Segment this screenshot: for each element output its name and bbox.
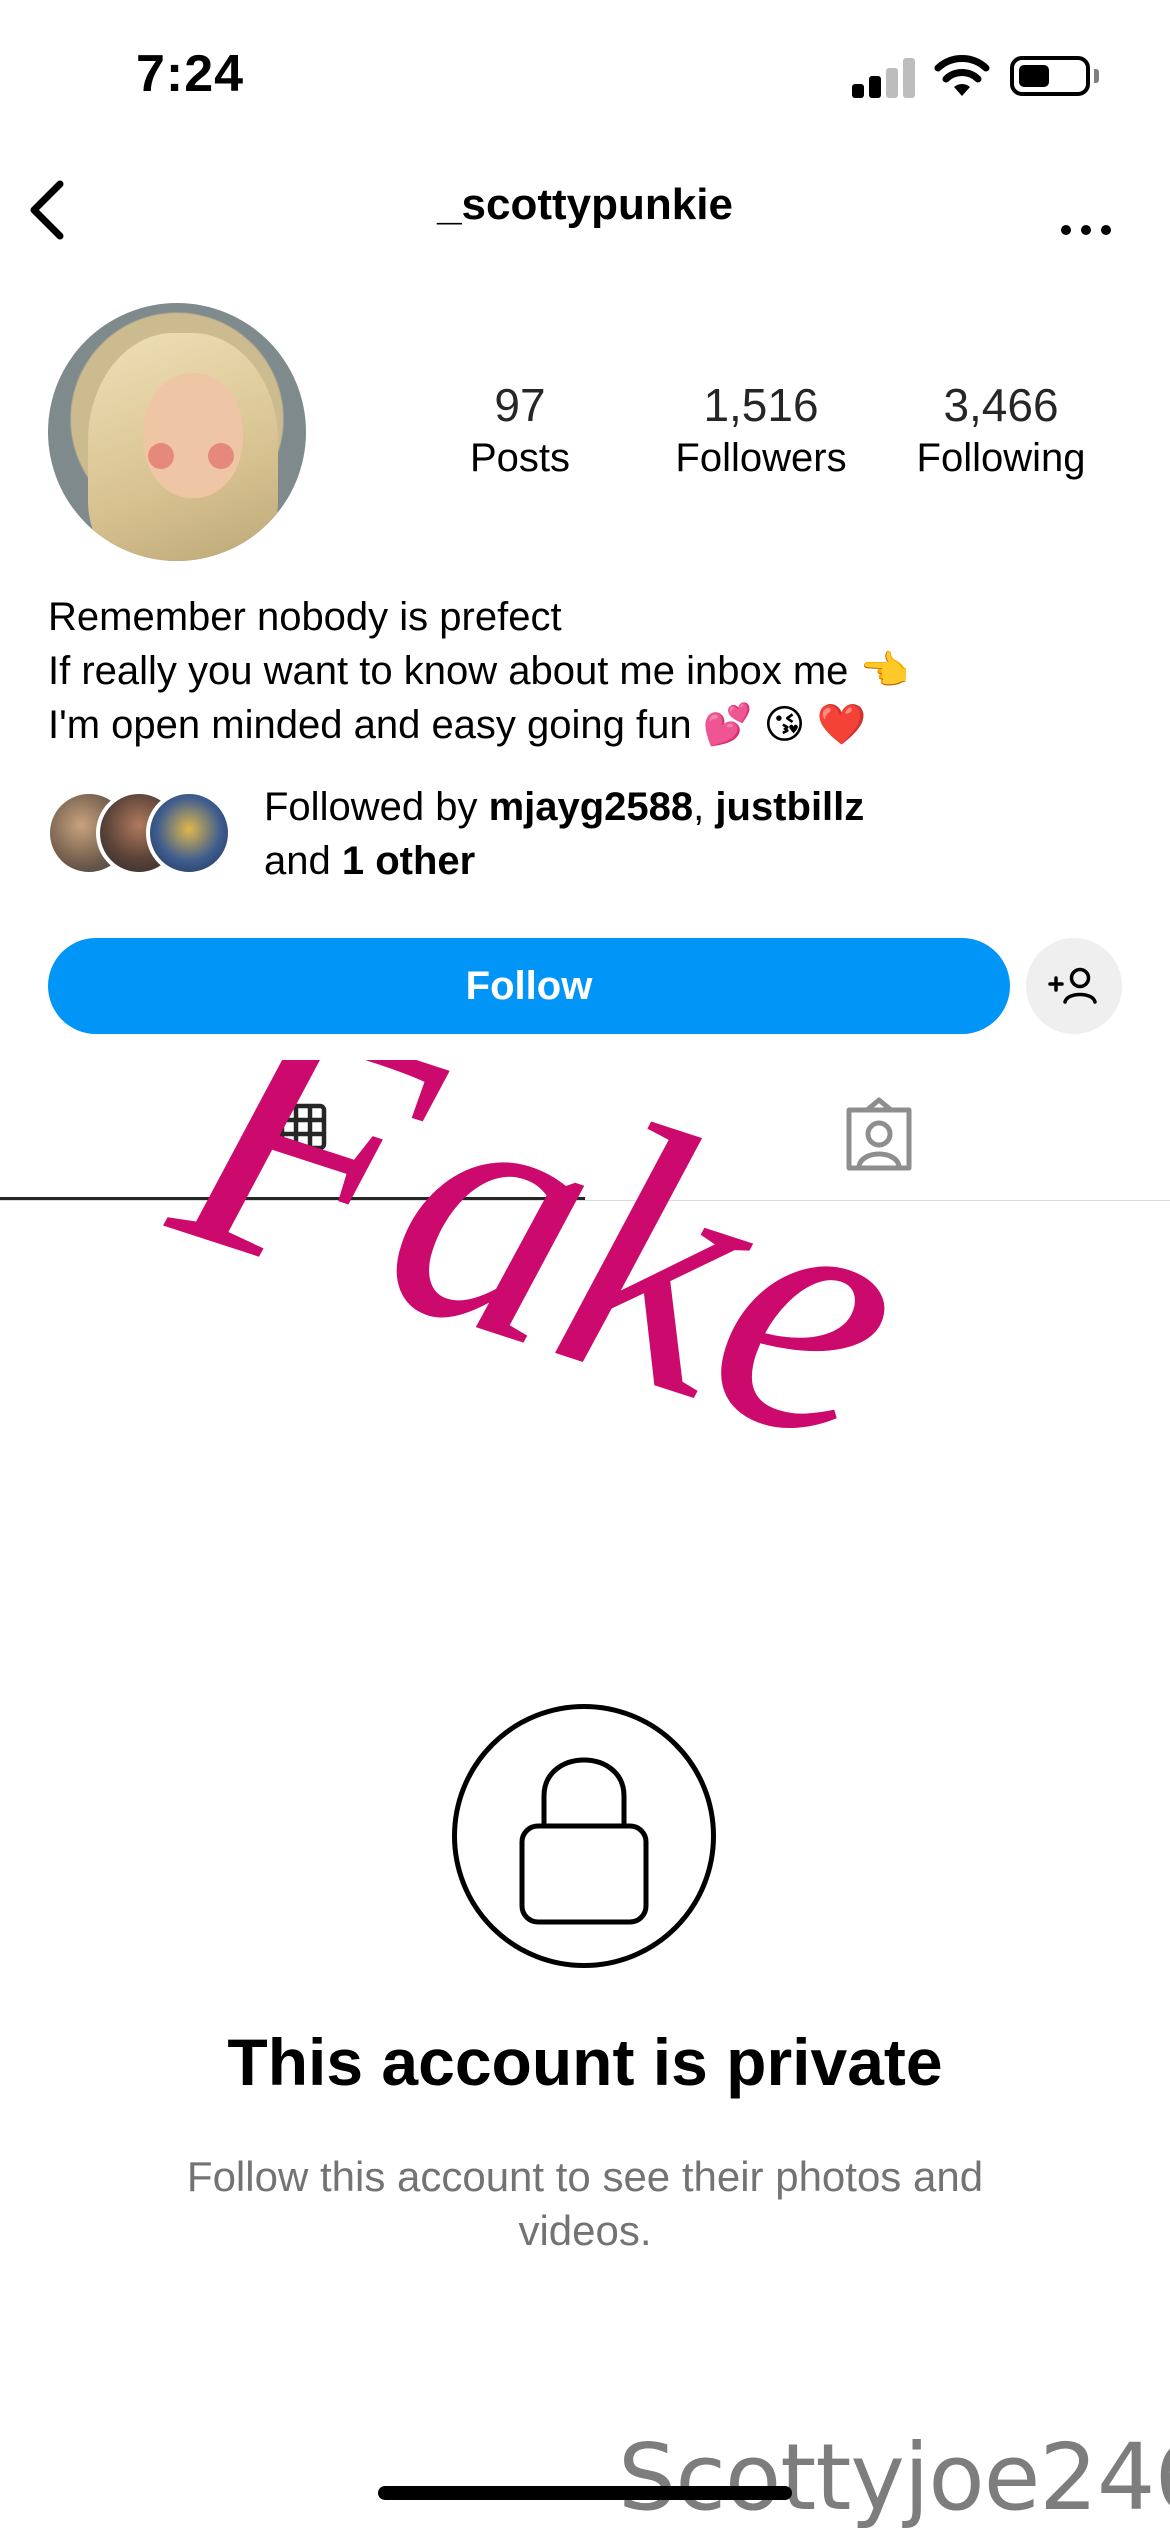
mutual-user-link[interactable]: justbillz	[715, 785, 864, 829]
followers-count: 1,516	[703, 379, 819, 431]
wifi-icon	[934, 55, 990, 96]
avatar	[146, 790, 232, 876]
add-person-icon[interactable]	[1026, 938, 1122, 1034]
posts-count: 97	[494, 379, 546, 431]
bio-line: Remember nobody is prefect	[48, 595, 562, 639]
credit-watermark: Scottyjoe246	[618, 2424, 1170, 2531]
battery-icon	[1010, 56, 1090, 96]
profile-username: _scottypunkie	[437, 180, 733, 229]
status-time: 7:24	[136, 45, 245, 103]
followers-label: Followers	[675, 436, 847, 480]
profile-avatar[interactable]	[48, 303, 306, 561]
posts-stat[interactable]: 97 Posts	[440, 378, 600, 484]
following-count: 3,466	[943, 379, 1059, 431]
following-stat[interactable]: 3,466 Following	[890, 378, 1112, 484]
mutual-others-link[interactable]: 1 other	[342, 839, 475, 883]
follow-button[interactable]: Follow	[48, 938, 1010, 1034]
mutual-followers-avatars[interactable]	[46, 790, 246, 880]
followed-by-text[interactable]: Followed by mjayg2588, justbillz and 1 o…	[264, 780, 864, 888]
private-account-subtitle: Follow this account to see their photos …	[186, 2153, 984, 2254]
fake-watermark: Fake	[135, 1060, 948, 1523]
home-indicator[interactable]	[378, 2486, 792, 2500]
lock-icon	[519, 1757, 649, 1925]
bio-line: If really you want to know about me inbo…	[48, 649, 910, 693]
profile-bio: Remember nobody is prefect If really you…	[48, 590, 909, 752]
posts-label: Posts	[469, 436, 571, 480]
following-label: Following	[916, 436, 1086, 480]
signal-icon	[852, 58, 916, 98]
more-options-icon[interactable]	[1056, 182, 1116, 242]
bio-line: I'm open minded and easy going fun 💕 😘 ❤…	[48, 703, 867, 747]
profile-header: _scottypunkie	[0, 160, 1170, 260]
status-bar: 7:24	[0, 0, 1170, 150]
followers-stat[interactable]: 1,516 Followers	[650, 378, 872, 484]
private-account-title: This account is private	[227, 2025, 943, 2099]
lock-circle	[452, 1704, 716, 1968]
mutual-user-link[interactable]: mjayg2588	[489, 785, 694, 829]
fake-stamp-text: Fake	[135, 1060, 948, 1523]
